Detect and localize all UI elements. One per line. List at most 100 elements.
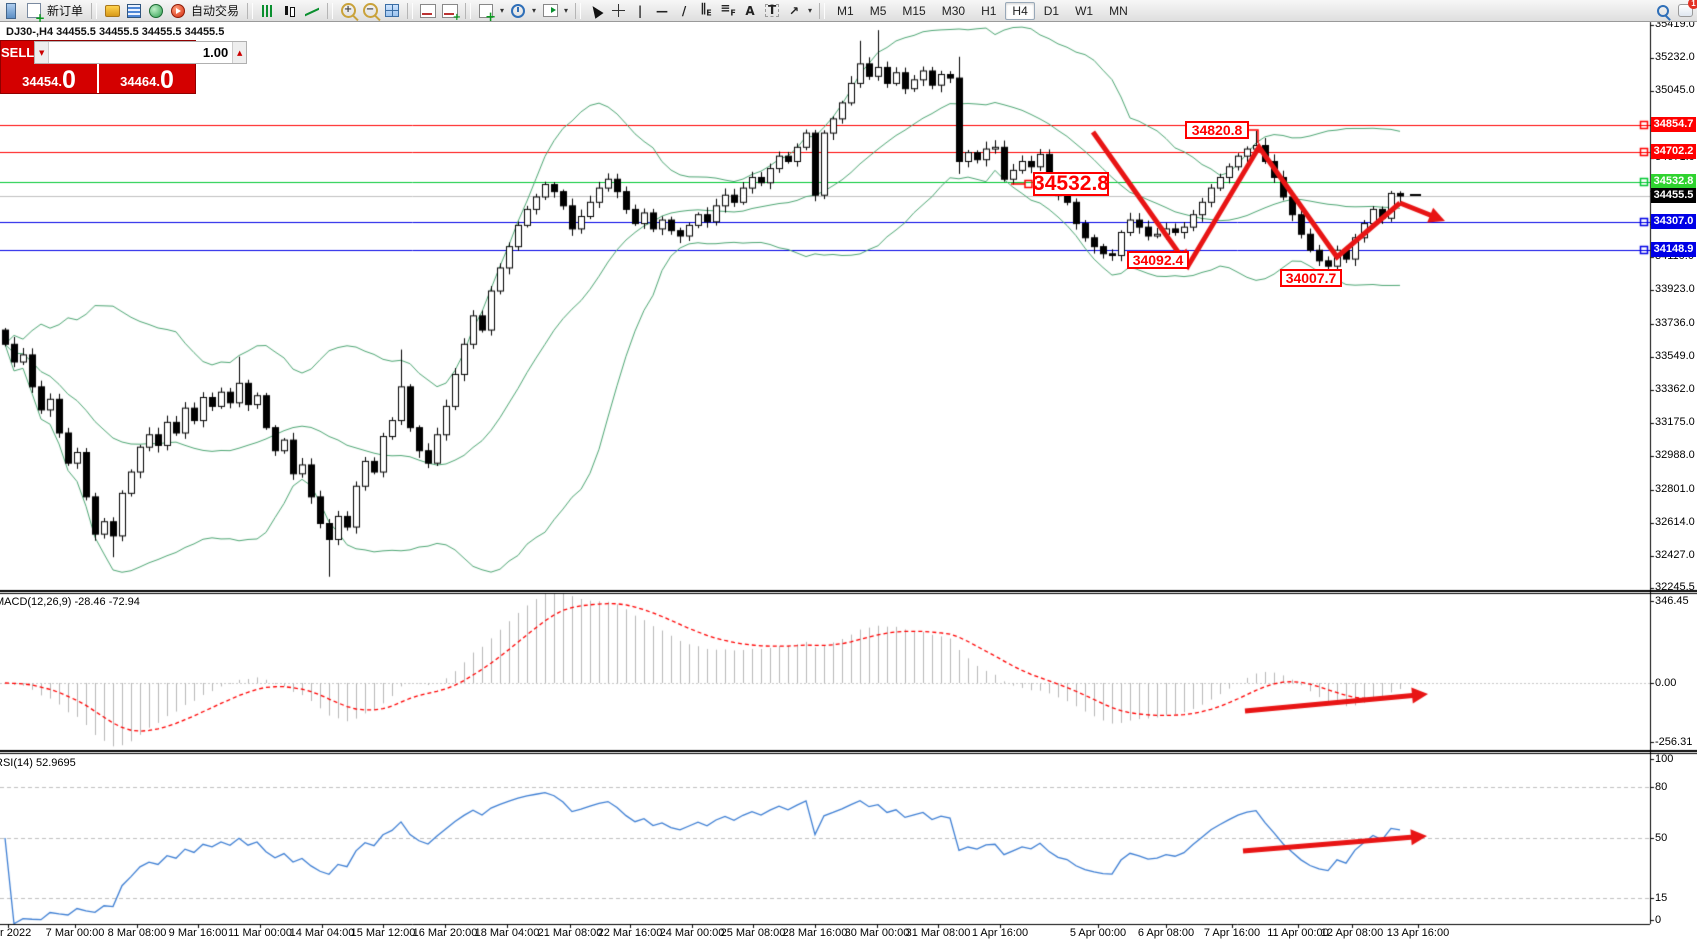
- toolbar-button[interactable]: [168, 2, 188, 20]
- timeframe-button-m1[interactable]: M1: [830, 2, 861, 20]
- time-axis-label: 9 Mar 16:00: [169, 927, 228, 939]
- price-tag: 34307.0: [1651, 214, 1696, 229]
- crosshair-tool-icon: [612, 4, 625, 17]
- rsi-scale-label: 100: [1655, 753, 1673, 765]
- time-axis-label: 28 Mar 16:00: [783, 927, 848, 939]
- time-axis-label: 7 Apr 16:00: [1204, 927, 1260, 939]
- timeframe-button-mn[interactable]: MN: [1102, 2, 1135, 20]
- toolbar-button[interactable]: [382, 2, 402, 20]
- timeframe-button-d1[interactable]: D1: [1037, 2, 1066, 20]
- toolbar-button[interactable]: ∥E: [696, 2, 716, 20]
- toolbar-button[interactable]: [508, 2, 528, 20]
- timeframe-button-m30[interactable]: M30: [935, 2, 972, 20]
- toolbar-button[interactable]: [302, 2, 322, 20]
- toolbar-button[interactable]: [146, 2, 166, 20]
- timeframe-button-h1[interactable]: H1: [974, 2, 1003, 20]
- toolbar-button[interactable]: T: [762, 2, 782, 20]
- price-tick-label: 32427.0: [1655, 549, 1695, 561]
- timeframe-button-m5[interactable]: M5: [863, 2, 894, 20]
- toolbar-separator: [91, 3, 97, 19]
- price-tick-label: 33549.0: [1655, 350, 1695, 362]
- toolbar-button[interactable]: [102, 2, 122, 20]
- toolbar-button[interactable]: [24, 2, 44, 20]
- timeframe-button-w1[interactable]: W1: [1068, 2, 1100, 20]
- toolbar-button[interactable]: A: [740, 2, 760, 20]
- toolbar-separator: [465, 3, 471, 19]
- toolbar-button[interactable]: [540, 2, 560, 20]
- rsi-scale-label: 0: [1655, 914, 1661, 926]
- annotation-price-label[interactable]: 34532.8: [1033, 172, 1109, 196]
- trade-panel-prices: 34454.0 34464.0: [1, 64, 195, 93]
- add-indicator-icon: [479, 4, 493, 18]
- dropdown-caret-icon[interactable]: ▾: [562, 6, 570, 15]
- buy-price[interactable]: 34464.0: [99, 64, 195, 93]
- search-icon: [1657, 5, 1669, 17]
- sell-price-int: 34454: [22, 72, 58, 92]
- indicator-list-icon: [420, 4, 436, 18]
- notification-badge: 1: [1688, 0, 1697, 9]
- timeframe-button-h4[interactable]: H4: [1005, 2, 1034, 20]
- bar-chart-icon: [262, 5, 274, 17]
- timeframe-button-m15[interactable]: M15: [895, 2, 932, 20]
- toolbar-button[interactable]: [124, 2, 144, 20]
- annotation-price-label[interactable]: 34092.4: [1127, 251, 1189, 269]
- dropdown-caret-icon[interactable]: ▾: [530, 6, 538, 15]
- time-axis-label: 12 Apr 08:00: [1321, 927, 1383, 939]
- chart-canvas[interactable]: [0, 0, 1697, 941]
- price-tag: 34148.9: [1651, 242, 1696, 257]
- toolbar-separator: [575, 3, 581, 19]
- zoom-out-icon: −: [363, 3, 378, 18]
- mt5-trading-platform: 新订单自动交易+−▾▾▾|—/∥E≡FAT↗▾M1M5M15M30H1H4D1W…: [0, 0, 1697, 941]
- auto-scroll-chart-icon: [543, 4, 558, 17]
- annotation-price-label[interactable]: 34820.8: [1185, 121, 1249, 139]
- fibonacci-tool-icon: ≡F: [720, 0, 736, 21]
- toolbar-button[interactable]: [476, 2, 496, 20]
- fibonacci-tool-icon-sub: F: [730, 8, 735, 17]
- time-axis-label: 24 Mar 00:00: [660, 927, 725, 939]
- toolbar-button[interactable]: [418, 2, 438, 20]
- time-axis-label: 11 Apr 00:00: [1267, 927, 1329, 939]
- equidistant-channel-tool-icon: ∥E: [700, 0, 711, 21]
- toolbar-button[interactable]: /: [674, 2, 694, 20]
- toolbar-button[interactable]: [440, 2, 460, 20]
- toolbar-button[interactable]: [2, 2, 22, 20]
- profiles-icon: [105, 5, 120, 17]
- sell-button[interactable]: SELL: [1, 41, 34, 64]
- toolbar-button[interactable]: [258, 2, 278, 20]
- annotation-price-label[interactable]: 34007.7: [1280, 269, 1342, 287]
- sell-price-frac: 0: [62, 68, 76, 92]
- dropdown-caret-icon[interactable]: ▾: [498, 6, 506, 15]
- buy-button[interactable]: BUY: [247, 41, 274, 64]
- volume-input[interactable]: [49, 42, 232, 63]
- market-watch-icon: [127, 4, 141, 18]
- toolbar-button[interactable]: [608, 2, 628, 20]
- toolbar-button[interactable]: −: [360, 2, 380, 20]
- toolbar-button[interactable]: [280, 2, 300, 20]
- toolbar-button[interactable]: |: [630, 2, 650, 20]
- time-axis-label: 18 Mar 04:00: [475, 927, 540, 939]
- volume-decrease-button[interactable]: ▼: [35, 42, 49, 63]
- dropdown-caret-icon[interactable]: ▾: [806, 6, 814, 15]
- line-chart-icon: [305, 5, 319, 17]
- new-order-label: 新订单: [47, 2, 83, 19]
- time-axis-label: 6 Apr 08:00: [1138, 927, 1194, 939]
- text-tool-icon: A: [745, 3, 754, 19]
- algo-trading-icon: [171, 4, 185, 18]
- toolbar-button[interactable]: 1: [1675, 2, 1695, 20]
- toolbar-button[interactable]: +: [338, 2, 358, 20]
- toolbar-button[interactable]: [1653, 2, 1673, 20]
- cursor-tool-icon: [588, 3, 603, 19]
- macd-scale-label: -256.31: [1655, 736, 1692, 748]
- toolbar-button[interactable]: ≡F: [718, 2, 738, 20]
- sell-price[interactable]: 34454.0: [1, 64, 97, 93]
- new-order-icon: [27, 3, 41, 18]
- toolbar: 新订单自动交易+−▾▾▾|—/∥E≡FAT↗▾M1M5M15M30H1H4D1W…: [0, 0, 1697, 22]
- indicator-window-icon: [442, 4, 458, 18]
- candlestick-chart-icon: [283, 4, 297, 18]
- toolbar-button[interactable]: [586, 2, 606, 20]
- toolbar-button[interactable]: ↗: [784, 2, 804, 20]
- zoom-in-icon: +: [341, 3, 356, 18]
- toolbar-button[interactable]: —: [652, 2, 672, 20]
- toolbar-separator: [819, 3, 825, 19]
- volume-increase-button[interactable]: ▲: [232, 42, 246, 63]
